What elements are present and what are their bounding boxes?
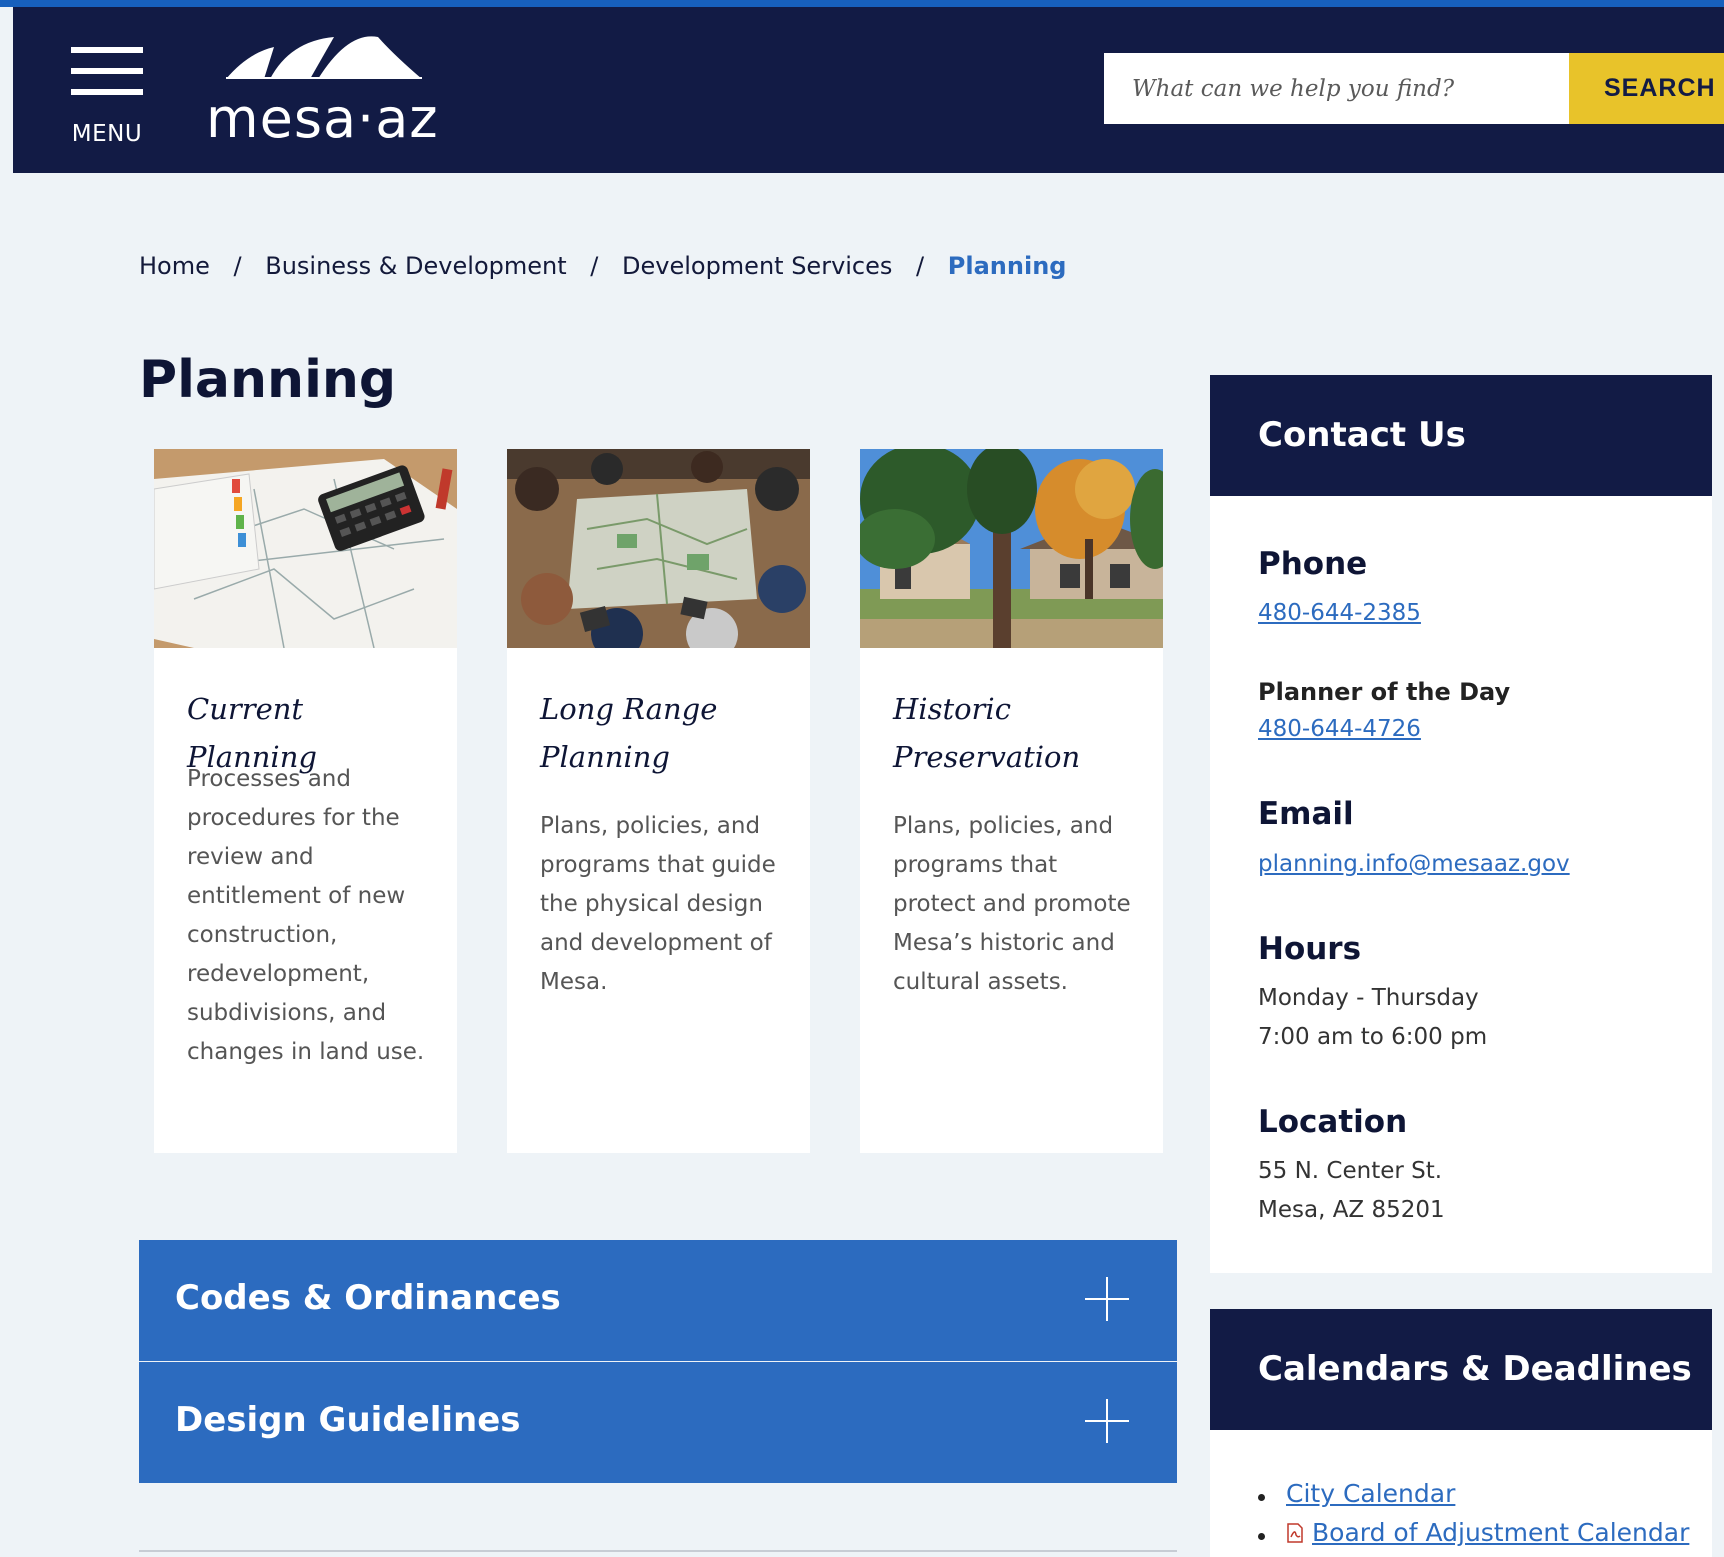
card-image-team-reviewing-map	[507, 449, 810, 648]
email-label: Email	[1258, 796, 1354, 832]
card-current-planning[interactable]: Current Planning Processes and procedure…	[154, 449, 457, 1153]
contact-us-header: Contact Us	[1210, 375, 1712, 496]
page-title: Planning	[139, 350, 397, 410]
email-link[interactable]: planning.info@mesaaz.gov	[1258, 851, 1570, 877]
hamburger-icon-bar	[71, 47, 143, 53]
pdf-icon	[1287, 1523, 1303, 1543]
card-image-planning-documents	[154, 449, 457, 648]
address-line2: Mesa, AZ 85201	[1258, 1197, 1445, 1223]
site-logo[interactable]: mesa·az	[206, 33, 466, 153]
city-calendar-link[interactable]: City Calendar	[1286, 1479, 1455, 1508]
planner-of-the-day-label: Planner of the Day	[1258, 678, 1511, 706]
hours-time: 7:00 am to 6:00 pm	[1258, 1024, 1488, 1050]
accordion-title: Codes & Ordinances	[175, 1278, 561, 1318]
search-button[interactable]: SEARCH	[1569, 53, 1724, 124]
breadcrumb-current: Planning	[947, 252, 1067, 280]
bullet-icon	[1258, 1494, 1265, 1501]
hamburger-icon-bar	[71, 68, 143, 74]
card-title: Historic Preservation	[893, 692, 1081, 774]
contact-us-panel: Contact Us Phone 480-644-2385 Planner of…	[1210, 375, 1712, 1273]
calendars-deadlines-panel: Calendars & Deadlines City Calendar Boar…	[1210, 1309, 1712, 1557]
site-header: MENU mesa·az SEARCH	[13, 7, 1724, 173]
card-description: Processes and procedures for the review …	[187, 766, 425, 1065]
search-input[interactable]	[1104, 53, 1569, 124]
mountain-logo-icon	[226, 36, 422, 79]
search-bar: SEARCH	[1104, 53, 1724, 124]
phone-link[interactable]: 480-644-2385	[1258, 600, 1421, 626]
planner-phone-link[interactable]: 480-644-4726	[1258, 716, 1421, 742]
location-label: Location	[1258, 1104, 1408, 1140]
menu-button[interactable]: MENU	[57, 47, 157, 152]
bullet-icon	[1258, 1533, 1265, 1540]
calendars-deadlines-heading: Calendars & Deadlines	[1258, 1349, 1692, 1389]
section-divider	[139, 1550, 1177, 1552]
phone-label: Phone	[1258, 546, 1368, 582]
accordion-title: Design Guidelines	[175, 1400, 521, 1440]
card-description: Plans, policies, and programs that prote…	[893, 813, 1131, 995]
breadcrumb-separator: /	[590, 252, 599, 280]
breadcrumb-separator: /	[916, 252, 925, 280]
card-image-historic-home	[860, 449, 1163, 648]
board-of-adjustment-calendar-link[interactable]: Board of Adjustment Calendar	[1312, 1518, 1689, 1547]
hamburger-icon-bar	[71, 89, 143, 95]
logo-wordmark: mesa·az	[206, 87, 439, 150]
menu-label: MENU	[71, 121, 143, 147]
card-long-range-planning[interactable]: Long Range Planning Plans, policies, and…	[507, 449, 810, 1153]
contact-us-heading: Contact Us	[1258, 415, 1466, 455]
card-historic-preservation[interactable]: Historic Preservation Plans, policies, a…	[860, 449, 1163, 1153]
card-title: Long Range Planning	[540, 692, 718, 774]
plus-icon	[1085, 1399, 1129, 1443]
top-accent-strip	[0, 0, 1724, 7]
breadcrumb-business-development[interactable]: Business & Development	[265, 252, 566, 280]
breadcrumb: Home / Business & Development / Developm…	[139, 252, 1066, 280]
hours-label: Hours	[1258, 931, 1362, 967]
accordion-design-guidelines[interactable]: Design Guidelines	[139, 1362, 1177, 1483]
address-line1: 55 N. Center St.	[1258, 1158, 1443, 1184]
card-description: Plans, policies, and programs that guide…	[540, 813, 776, 995]
breadcrumb-home[interactable]: Home	[139, 252, 210, 280]
breadcrumb-separator: /	[233, 252, 242, 280]
accordion-codes-ordinances[interactable]: Codes & Ordinances	[139, 1240, 1177, 1361]
hours-days: Monday - Thursday	[1258, 985, 1479, 1011]
breadcrumb-development-services[interactable]: Development Services	[622, 252, 892, 280]
calendars-deadlines-header: Calendars & Deadlines	[1210, 1309, 1712, 1430]
plus-icon	[1085, 1277, 1129, 1321]
